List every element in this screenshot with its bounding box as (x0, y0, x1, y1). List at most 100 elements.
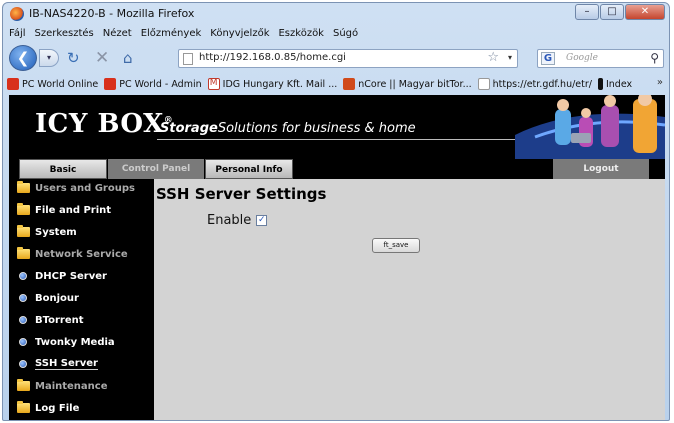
sidebar-item-system[interactable]: System (17, 221, 77, 243)
search-bar[interactable]: G Google ⚲ (537, 49, 664, 68)
menu-view[interactable]: Nézet (103, 25, 132, 43)
sidebar-item-label: DHCP Server (35, 270, 107, 282)
url-dropdown-icon[interactable]: ▾ (508, 53, 512, 62)
sidebar-item-users-and-groups[interactable]: Users and Groups (17, 177, 135, 199)
reload-icon[interactable]: ↻ (67, 49, 80, 67)
gmail-icon: M (207, 78, 220, 90)
navigation-toolbar: ❮ ▾ ↻ ✕ ⌂ http://192.168.0.85/home.cgi ☆… (3, 43, 669, 73)
sidebar-item-label: Bonjour (35, 292, 79, 304)
title-bar: IB-NAS4220-B - Mozilla Firefox – □ ✕ (3, 3, 669, 25)
page-icon (477, 78, 490, 90)
menu-history[interactable]: Előzmények (141, 25, 202, 43)
page-icon (183, 53, 193, 65)
page-title: SSH Server Settings (156, 185, 327, 203)
window-title: IB-NAS4220-B - Mozilla Firefox (29, 7, 195, 20)
main-tabs: Basic Control Panel Personal Info Logout (9, 159, 665, 179)
folder-icon (17, 203, 30, 215)
sidebar-item-bonjour[interactable]: Bonjour (17, 287, 79, 309)
main-content: SSH Server Settings Enable ✓ ft_save (154, 179, 665, 420)
tab-basic[interactable]: Basic (19, 159, 107, 179)
history-dropdown-icon[interactable]: ▾ (39, 49, 59, 67)
logo-text: ICY BOX (35, 109, 164, 139)
page-viewport: ICY BOX® StorageSolutions for business &… (9, 95, 665, 420)
enable-label: Enable (207, 213, 252, 228)
folder-icon (17, 225, 30, 237)
sidebar-item-label: Maintenance (35, 380, 108, 392)
tagline: StorageSolutions for business & home (160, 121, 416, 136)
sidebar-item-ssh-server[interactable]: SSH Server (17, 353, 98, 375)
bookmark-label: IDG Hungary Kft. Mail ... (222, 78, 338, 90)
menu-bookmarks[interactable]: Könyvjelzők (210, 25, 269, 43)
sidebar-item-label: SSH Server (35, 358, 98, 370)
chevron-right-icon[interactable]: » (657, 77, 663, 88)
sidebar-item-maintenance[interactable]: Maintenance (17, 375, 108, 397)
sidebar-item-btorrent[interactable]: BTorrent (17, 309, 84, 331)
logo: ICY BOX® (35, 109, 173, 139)
sidebar-item-twonky-media[interactable]: Twonky Media (17, 331, 115, 353)
close-button[interactable]: ✕ (625, 4, 665, 20)
url-text[interactable]: http://192.168.0.85/home.cgi (199, 52, 346, 63)
bookmark-favicon (343, 78, 356, 90)
tab-personal-info[interactable]: Personal Info (205, 159, 293, 179)
bookmark-star-icon[interactable]: ☆ (487, 50, 499, 65)
bullet-icon (19, 360, 27, 368)
sidebar: Users and Groups File and Print System N… (9, 177, 154, 420)
bookmark-favicon (597, 78, 603, 90)
stop-icon[interactable]: ✕ (95, 49, 109, 67)
browser-window: IB-NAS4220-B - Mozilla Firefox – □ ✕ Fáj… (2, 2, 670, 421)
window-controls: – □ ✕ (575, 4, 665, 20)
bullet-icon (19, 272, 27, 280)
bookmark-label: PC World Online (22, 78, 99, 90)
bookmarks-toolbar: PC World Online PC World - Admin M IDG H… (3, 73, 669, 95)
address-bar[interactable]: http://192.168.0.85/home.cgi ☆ ▾ (178, 49, 518, 68)
sidebar-item-dhcp-server[interactable]: DHCP Server (17, 265, 107, 287)
google-icon[interactable]: G (541, 52, 555, 65)
sidebar-item-label: Log File (35, 402, 80, 414)
maximize-button[interactable]: □ (600, 4, 624, 20)
sidebar-item-network-service[interactable]: Network Service (17, 243, 128, 265)
logout-button[interactable]: Logout (553, 159, 649, 179)
firefox-icon (10, 7, 24, 21)
banner-divider (157, 139, 557, 140)
sidebar-item-label: Users and Groups (35, 182, 135, 194)
banner-people-image (515, 95, 665, 159)
sidebar-item-log-file[interactable]: Log File (17, 397, 79, 419)
bookmark-item[interactable]: Index (597, 78, 633, 90)
bookmark-label: https://etr.gdf.hu/etr/ (492, 78, 592, 90)
bullet-icon (19, 338, 27, 346)
bullet-icon (19, 294, 27, 302)
sidebar-item-label: File and Print (35, 204, 112, 216)
bookmark-item[interactable]: M IDG Hungary Kft. Mail ... (207, 78, 338, 90)
folder-icon (17, 401, 30, 413)
back-button[interactable]: ❮ (9, 45, 37, 71)
menu-bar: Fájl Szerkesztés Nézet Előzmények Könyvj… (3, 25, 669, 43)
bookmark-label: Index (605, 78, 633, 90)
bookmark-item[interactable]: PC World - Admin (104, 78, 202, 90)
bookmark-favicon (7, 78, 19, 90)
sidebar-item-label: BTorrent (35, 314, 84, 326)
bookmark-item[interactable]: https://etr.gdf.hu/etr/ (477, 78, 592, 90)
bookmark-favicon (104, 78, 117, 90)
bullet-icon (19, 316, 27, 324)
bookmark-label: nCore || Magyar bitTor... (358, 78, 472, 90)
menu-help[interactable]: Súgó (333, 25, 358, 43)
sidebar-item-label: Twonky Media (35, 336, 115, 348)
search-placeholder[interactable]: Google (566, 53, 598, 63)
enable-checkbox[interactable]: ✓ (256, 215, 268, 226)
bookmark-label: PC World - Admin (119, 78, 202, 90)
bookmark-item[interactable]: PC World Online (7, 78, 98, 90)
bookmark-item[interactable]: nCore || Magyar bitTor... (343, 78, 472, 90)
menu-tools[interactable]: Eszközök (278, 25, 324, 43)
menu-file[interactable]: Fájl (9, 25, 26, 43)
tagline-bold: Storage (160, 121, 218, 136)
tab-control-panel[interactable]: Control Panel (108, 159, 204, 179)
folder-icon (17, 247, 30, 259)
search-icon[interactable]: ⚲ (650, 51, 659, 65)
minimize-button[interactable]: – (575, 4, 599, 20)
home-icon[interactable]: ⌂ (123, 49, 133, 67)
save-button[interactable]: ft_save (372, 238, 420, 253)
sidebar-item-file-and-print[interactable]: File and Print (17, 199, 111, 221)
tagline-rest: Solutions for business & home (217, 121, 416, 136)
menu-edit[interactable]: Szerkesztés (35, 25, 94, 43)
enable-row: Enable ✓ (207, 213, 268, 228)
